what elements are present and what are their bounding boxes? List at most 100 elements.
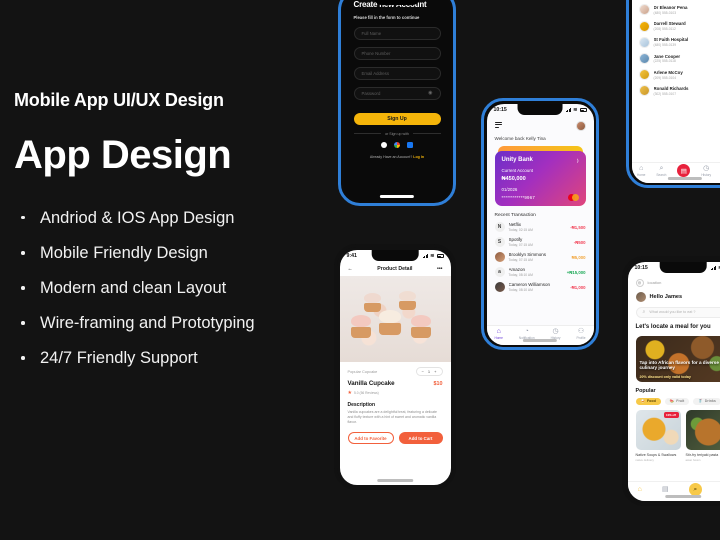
card-icon: ▤ bbox=[680, 167, 687, 175]
back-icon[interactable]: ← bbox=[348, 266, 353, 272]
signup-button[interactable]: Sign Up bbox=[353, 112, 441, 125]
fruit-icon: 🍉 bbox=[669, 399, 675, 404]
product-actions: Add to Favorite Add to Cart bbox=[340, 432, 451, 445]
eye-icon[interactable]: ◉ bbox=[428, 90, 432, 96]
bullet-dot bbox=[21, 251, 25, 255]
card-account-type: Current Account bbox=[501, 167, 533, 173]
table-row[interactable]: Brooklyn Simmons Today, 07:15 AM ₦5,000 bbox=[487, 250, 594, 265]
password-field[interactable]: Password ◉ bbox=[353, 86, 441, 100]
nav-item-history[interactable]: ◷ History bbox=[551, 328, 561, 340]
status-bar: 9:41 ≋ bbox=[340, 250, 451, 263]
transaction-time: Today, 08:10 AM bbox=[508, 273, 533, 277]
transaction-amount: -₦500 bbox=[573, 239, 586, 245]
full-name-field[interactable]: Full Name bbox=[353, 26, 441, 40]
nav-label: Home bbox=[636, 172, 646, 177]
list-item[interactable]: Ronald Richards (302) 555-0107 ✆ bbox=[632, 83, 720, 99]
list-item[interactable]: Darrell Steward (208) 555-0112 ✆ bbox=[632, 18, 720, 34]
promo-banner[interactable]: Tap into African flavors for a diverse c… bbox=[635, 335, 720, 382]
contact-phone: (302) 555-0107 bbox=[653, 91, 677, 96]
location-selector[interactable]: ◎ location ⌄ bbox=[628, 275, 720, 287]
bank-card[interactable]: ⦆ Unity Bank Current Account ₦450,000 01… bbox=[494, 150, 586, 206]
decrement-button[interactable]: − bbox=[422, 369, 424, 374]
phone-mockup-food: 10:15 ≋ ◎ location ⌄ Hello James ⌕ What … bbox=[622, 256, 720, 506]
phone-mockup-signup: Create new Account Please fill in the fo… bbox=[338, 0, 456, 206]
status-time: 10:15 bbox=[634, 265, 648, 271]
nav-item-orders[interactable]: ▤ bbox=[662, 486, 669, 493]
search-icon: ⌕ bbox=[642, 309, 646, 315]
clock-icon: ◷ bbox=[703, 164, 710, 172]
food-image: 10% off bbox=[635, 409, 681, 450]
nav-item-home[interactable]: ⌂ Home bbox=[637, 165, 646, 177]
left-text-panel: Mobile App UI/UX Design App Design Andri… bbox=[14, 90, 344, 384]
login-prompt[interactable]: Already Have an Account? Log In bbox=[354, 155, 441, 159]
merchant-icon: S bbox=[494, 237, 505, 247]
nav-item-home[interactable]: ⌂ Home bbox=[494, 328, 503, 340]
contact-avatar bbox=[494, 252, 505, 262]
avatar bbox=[638, 20, 650, 32]
add-to-favorite-button[interactable]: Add to Favorite bbox=[347, 432, 394, 445]
table-row[interactable]: a Amazon Today, 08:10 AM +₦15,000 bbox=[487, 265, 594, 280]
table-row[interactable]: S Spotify Today, 07:15 AM -₦500 bbox=[487, 235, 594, 250]
chip-drinks[interactable]: 🥤 Drinks bbox=[693, 397, 720, 405]
list-item-label: Wire-framing and Prototyping bbox=[40, 314, 255, 333]
login-link[interactable]: Log In bbox=[413, 155, 424, 159]
apple-icon[interactable] bbox=[381, 141, 387, 148]
avatar[interactable] bbox=[635, 291, 646, 302]
bullet-dot bbox=[21, 321, 25, 325]
home-indicator bbox=[379, 195, 415, 198]
transaction-amount: -₦1,000 bbox=[570, 284, 586, 290]
nav-item-notification[interactable]: ◔ Notification bbox=[519, 328, 535, 340]
phone-number-field[interactable]: Phone Number bbox=[353, 46, 441, 60]
table-row[interactable]: Cameron Williamson Today, 08:10 AM -₦1,0… bbox=[487, 280, 594, 295]
wifi-icon: ≋ bbox=[573, 107, 578, 113]
list-item[interactable]: Jane Cooper (225) 555-0118 ✆ bbox=[632, 50, 720, 66]
merchant-icon: N bbox=[494, 222, 505, 232]
eyebrow-title: Mobile App UI/UX Design bbox=[14, 90, 224, 110]
avatar[interactable] bbox=[575, 120, 586, 131]
quantity-stepper[interactable]: − 1 + bbox=[415, 366, 443, 376]
person-icon: ⚇ bbox=[577, 327, 585, 335]
list-item[interactable]: St Faith Hospital (480) 555-0139 ✆ bbox=[632, 34, 720, 50]
transaction-amount: +₦15,000 bbox=[566, 269, 586, 275]
status-bar: 10:15 ≋ bbox=[487, 104, 594, 117]
nav-item-search[interactable]: ⌕ Search bbox=[656, 165, 666, 177]
contact-phone: (480) 555-0103 bbox=[653, 10, 677, 15]
nav-item-primary[interactable]: ▤ bbox=[677, 164, 691, 177]
email-field[interactable]: Email Address bbox=[353, 66, 441, 80]
list-item[interactable]: Arlene McCoy (209) 555-0104 ✆ bbox=[632, 67, 720, 83]
transaction-name: Brooklyn Simmons bbox=[508, 252, 547, 257]
chip-fruit[interactable]: 🍉 Fruit bbox=[664, 397, 690, 405]
list-item[interactable]: Dr Eleanor Pena (480) 555-0103 ✆ bbox=[632, 2, 720, 18]
cupcake bbox=[379, 309, 402, 335]
food-card[interactable]: 10% off Native Soups & Swallows native d… bbox=[635, 409, 681, 462]
increment-button[interactable]: + bbox=[434, 369, 436, 374]
popular-title: Popular bbox=[635, 387, 656, 394]
description-title: Description bbox=[347, 401, 376, 408]
chip-label: Food bbox=[646, 399, 656, 404]
facebook-icon[interactable] bbox=[407, 141, 413, 148]
list-item-label: Mobile Friendly Design bbox=[40, 244, 208, 263]
product-screen: 9:41 ≋ ← Product Detail ••• Popular Cupc… bbox=[339, 249, 451, 485]
contact-name: St Faith Hospital bbox=[653, 37, 689, 43]
list-item: Mobile Friendly Design bbox=[14, 243, 344, 264]
chip-label: Drinks bbox=[704, 399, 716, 404]
add-to-cart-button[interactable]: Add to Cart bbox=[398, 432, 443, 445]
contacts-screen: Dr Linda Paul (505) 555-0125 ✆ Dr Hilis … bbox=[631, 0, 720, 183]
social-login-row bbox=[354, 141, 441, 148]
divider-line bbox=[412, 133, 441, 134]
phone-notch bbox=[374, 0, 420, 5]
chip-food[interactable]: 🍛 Food bbox=[635, 397, 661, 405]
cupcake bbox=[399, 290, 417, 310]
menu-icon[interactable] bbox=[494, 121, 502, 129]
nav-item-home[interactable]: ⌂ bbox=[638, 486, 642, 493]
nav-item-search[interactable]: ⌕ bbox=[688, 483, 702, 496]
nav-item-history[interactable]: ◷ History bbox=[701, 165, 711, 177]
food-card[interactable]: Stir-fry teriyaki pasta asian fusion bbox=[685, 409, 720, 462]
search-input[interactable]: ⌕ What would you like to eat ? bbox=[635, 306, 720, 318]
google-icon[interactable] bbox=[394, 141, 400, 148]
product-image bbox=[339, 275, 451, 362]
more-icon[interactable]: ••• bbox=[437, 266, 442, 272]
nav-item-profile[interactable]: ⚇ Profile bbox=[576, 328, 585, 340]
page-title: App Design bbox=[14, 132, 232, 177]
table-row[interactable]: N Netflix Today, 02:15 AM -₦1,500 bbox=[487, 220, 594, 235]
